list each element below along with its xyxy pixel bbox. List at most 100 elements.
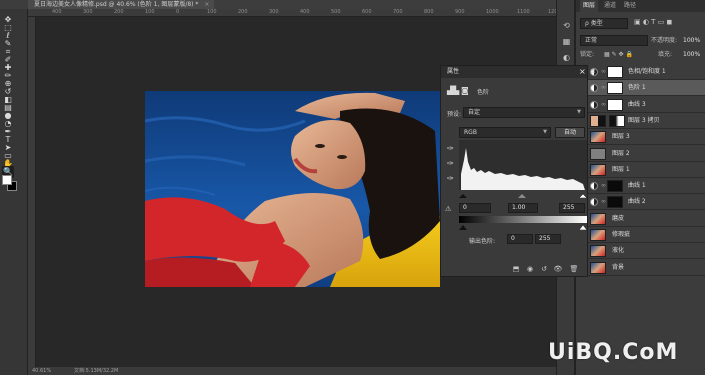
layer-name: 曲线 2 bbox=[628, 198, 646, 206]
visibility-eye-icon[interactable]: 👁 bbox=[553, 264, 563, 274]
clip-to-layer-icon[interactable]: ⬒ bbox=[511, 264, 521, 274]
close-panel-icon[interactable]: × bbox=[579, 66, 586, 78]
layer-mask-thumbnail[interactable] bbox=[607, 66, 623, 78]
ruler-tick-label: 600 bbox=[362, 9, 372, 15]
document-size[interactable]: 文档:5.13M/32.2M bbox=[74, 367, 118, 375]
channel-select[interactable]: RGB ▼ bbox=[459, 127, 551, 138]
layer-thumbnail[interactable] bbox=[590, 212, 606, 225]
properties-menu-icon[interactable]: ≡ bbox=[590, 67, 596, 75]
layer-thumbnail[interactable] bbox=[590, 229, 606, 241]
layer-row[interactable]: ◉∞色阶 1 bbox=[576, 80, 705, 97]
black-eyedropper-icon[interactable]: ✑ bbox=[446, 144, 455, 153]
ruler-tick-label: 800 bbox=[424, 9, 434, 15]
ruler-tick-label: 200 bbox=[114, 9, 124, 15]
history-panel-icon[interactable]: ⟲ bbox=[561, 20, 572, 31]
output-levels-gradient[interactable] bbox=[459, 216, 587, 230]
preset-select[interactable]: 自定 ▼ bbox=[463, 107, 585, 118]
layer-name: 图层 1 bbox=[612, 165, 630, 173]
watermark-logo: UiBQ.CoM bbox=[548, 340, 679, 365]
auto-button[interactable]: 自动 bbox=[555, 127, 585, 138]
gray-eyedropper-icon[interactable]: ✑ bbox=[446, 159, 455, 168]
layer-row[interactable]: ◉磨皮 bbox=[576, 211, 705, 227]
ruler-tick-label: 1100 bbox=[517, 9, 530, 15]
layer-row[interactable]: ◉图层 3 拷贝 bbox=[576, 113, 705, 129]
view-previous-icon[interactable]: ◉ bbox=[525, 264, 535, 274]
adjustments-panel-icon[interactable]: ◐ bbox=[561, 52, 572, 63]
fill-label: 填充: bbox=[658, 51, 673, 58]
document-tab-bar: 夏日海边美女人像精修.psd @ 40.6% (色阶 1, 图层蒙版/8) * … bbox=[0, 0, 575, 9]
layer-name: 曲线 3 bbox=[628, 100, 646, 108]
layer-row[interactable]: ◉图层 1 bbox=[576, 162, 705, 178]
histogram-graph[interactable] bbox=[459, 140, 587, 198]
ruler-tick-label: 400 bbox=[52, 9, 62, 15]
tab-layers[interactable]: 图层 bbox=[580, 0, 599, 12]
link-icon[interactable]: ∞ bbox=[601, 68, 606, 75]
document-tab[interactable]: 夏日海边美女人像精修.psd @ 40.6% (色阶 1, 图层蒙版/8) * … bbox=[28, 0, 215, 9]
layer-thumbnail[interactable] bbox=[590, 245, 606, 258]
layer-name: 图层 3 拷贝 bbox=[628, 116, 660, 124]
link-icon[interactable]: ∞ bbox=[601, 198, 606, 205]
document-tab-title: 夏日海边美女人像精修.psd @ 40.6% (色阶 1, 图层蒙版/8) * bbox=[34, 1, 199, 8]
layer-thumbnail[interactable] bbox=[590, 261, 606, 274]
link-icon[interactable]: ∞ bbox=[601, 84, 606, 91]
properties-panel: 属性 × ▟▙ ◙ 色阶 预设: 自定 ▼ RGB ▼ 自动 ✑ ✑ ✑ ⚠ 0… bbox=[440, 65, 588, 277]
horizontal-ruler[interactable]: 400 300 200 100 0 100 200 300 400 500 600 700 800 900… bbox=[28, 9, 592, 17]
input-black-value[interactable]: 0 bbox=[459, 203, 491, 213]
channel-value: RGB bbox=[464, 129, 477, 136]
layer-mask-icon[interactable]: ◙ bbox=[461, 86, 469, 95]
layer-mask-thumbnail[interactable] bbox=[607, 196, 623, 209]
layer-row[interactable]: ◉∞曲线 2 bbox=[576, 194, 705, 211]
input-white-value[interactable]: 255 bbox=[559, 203, 585, 213]
layer-thumbnail[interactable] bbox=[590, 114, 606, 127]
layer-thumbnail[interactable] bbox=[590, 163, 606, 176]
layer-row[interactable]: ◉背景 bbox=[576, 260, 705, 276]
ruler-tick-label: 100 bbox=[145, 9, 155, 15]
adjustment-layer-icon bbox=[590, 198, 598, 207]
layer-row[interactable]: ◉∞曲线 3 bbox=[576, 97, 705, 113]
layer-row[interactable]: ◉图层 2 bbox=[576, 146, 705, 162]
properties-title: 属性 bbox=[447, 68, 460, 75]
layer-mask-thumbnail[interactable] bbox=[607, 180, 623, 193]
layer-mask-thumbnail[interactable] bbox=[607, 82, 623, 95]
foreground-color-swatch[interactable] bbox=[2, 175, 12, 185]
layer-mask-thumbnail[interactable] bbox=[609, 114, 625, 127]
layer-kind-filter[interactable]: ρ 类型 bbox=[580, 18, 628, 29]
reset-icon[interactable]: ↺ bbox=[539, 264, 549, 274]
layer-row[interactable]: ◉图层 3 bbox=[576, 129, 705, 146]
ruler-tick-label: 200 bbox=[238, 9, 248, 15]
lock-row: 锁定: ▦ ✎ ✥ 🔒 填充: 100% bbox=[580, 49, 704, 60]
layer-row[interactable]: ◉修瑕疵 bbox=[576, 227, 705, 243]
link-icon[interactable]: ∞ bbox=[601, 101, 606, 108]
ruler-tick-label: 700 bbox=[393, 9, 403, 15]
adjustment-name: 色阶 bbox=[477, 89, 490, 96]
white-eyedropper-icon[interactable]: ✑ bbox=[446, 174, 455, 183]
layer-row[interactable]: ◉液化 bbox=[576, 243, 705, 260]
output-black-value[interactable]: 0 bbox=[507, 234, 533, 244]
fill-value[interactable]: 100% bbox=[683, 49, 700, 60]
lock-label: 锁定: bbox=[580, 51, 595, 58]
close-document-icon[interactable]: × bbox=[204, 0, 209, 9]
output-white-value[interactable]: 255 bbox=[535, 234, 561, 244]
layer-thumbnail[interactable] bbox=[590, 131, 606, 144]
zoom-level[interactable]: 40.61% bbox=[32, 367, 51, 375]
input-gamma-value[interactable]: 1.00 bbox=[508, 203, 538, 213]
tab-paths[interactable]: 路径 bbox=[624, 0, 636, 12]
properties-title-bar[interactable]: 属性 × bbox=[441, 66, 587, 78]
layer-row[interactable]: ◉∞曲线 1 bbox=[576, 178, 705, 195]
link-icon[interactable]: ∞ bbox=[601, 182, 606, 189]
tab-channels[interactable]: 通道 bbox=[604, 0, 616, 12]
layer-name: 图层 2 bbox=[612, 149, 630, 157]
opacity-value[interactable]: 100% bbox=[683, 35, 700, 46]
lock-icons[interactable]: ▦ ✎ ✥ 🔒 bbox=[604, 49, 633, 60]
trash-icon[interactable]: 🗑 bbox=[569, 264, 579, 274]
layer-thumbnail[interactable] bbox=[590, 147, 606, 160]
blend-mode-select[interactable]: 正常 bbox=[580, 35, 648, 46]
document-photo[interactable] bbox=[145, 91, 440, 287]
vertical-ruler[interactable] bbox=[28, 17, 36, 367]
layer-name: 曲线 1 bbox=[628, 182, 646, 190]
ruler-tick-label: 1000 bbox=[486, 9, 499, 15]
swatches-panel-icon[interactable]: ▦ bbox=[561, 36, 572, 47]
adjustment-layer-icon bbox=[590, 84, 598, 93]
filter-icons[interactable]: ▣ ◐ T ▭ ◼ bbox=[634, 18, 672, 26]
layer-mask-thumbnail[interactable] bbox=[607, 98, 623, 111]
